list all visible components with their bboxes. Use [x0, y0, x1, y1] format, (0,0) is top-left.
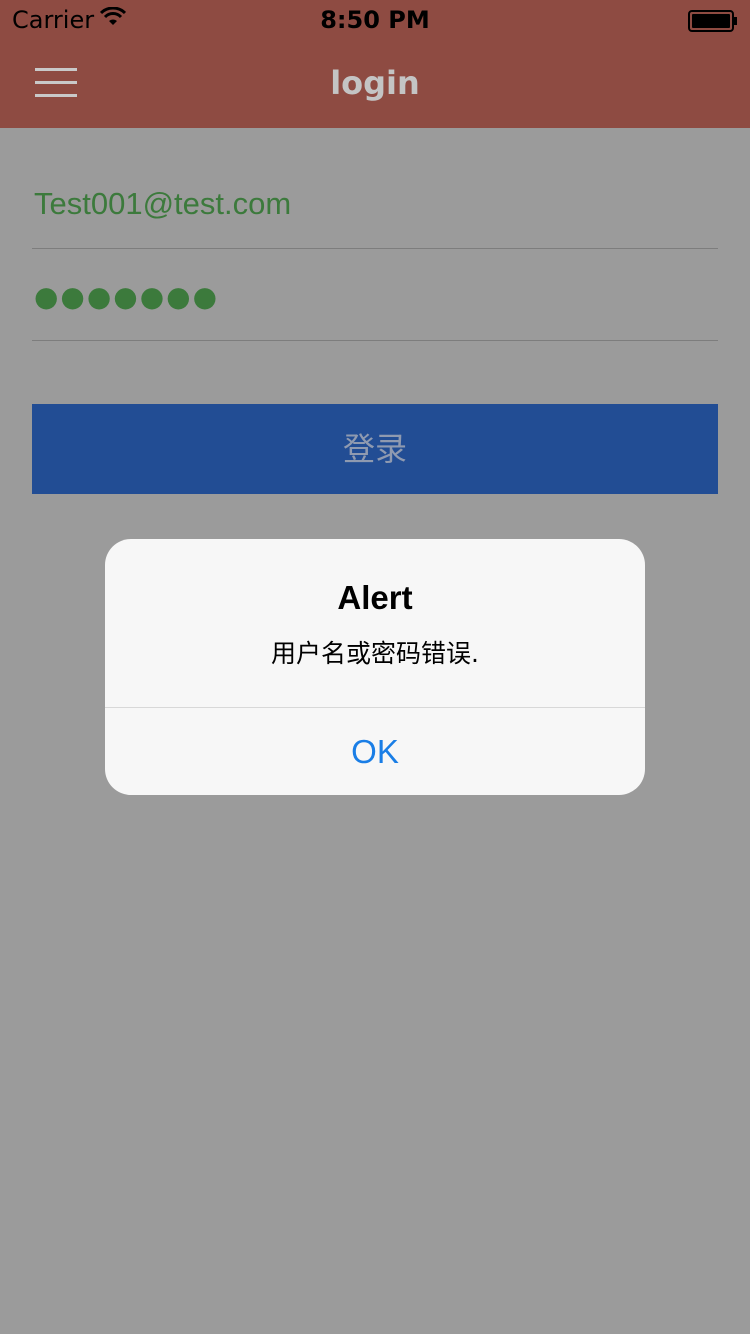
- password-value: ●●●●●●●: [34, 280, 220, 313]
- alert-dialog: Alert 用户名或密码错误. OK: [105, 539, 645, 795]
- ok-button[interactable]: OK: [105, 708, 645, 795]
- password-field[interactable]: ●●●●●●●: [32, 250, 718, 341]
- status-time: 8:50 PM: [320, 6, 430, 34]
- alert-message: 用户名或密码错误.: [271, 639, 479, 668]
- email-field[interactable]: Test001@test.com: [32, 158, 718, 249]
- nav-bar: login: [0, 40, 750, 128]
- status-bar: Carrier 8:50 PM: [0, 0, 750, 40]
- battery-icon: [688, 10, 738, 36]
- login-button[interactable]: 登录: [32, 404, 718, 494]
- page-title: login: [330, 64, 420, 102]
- email-value: Test001@test.com: [34, 186, 292, 221]
- alert-title: Alert: [337, 579, 413, 616]
